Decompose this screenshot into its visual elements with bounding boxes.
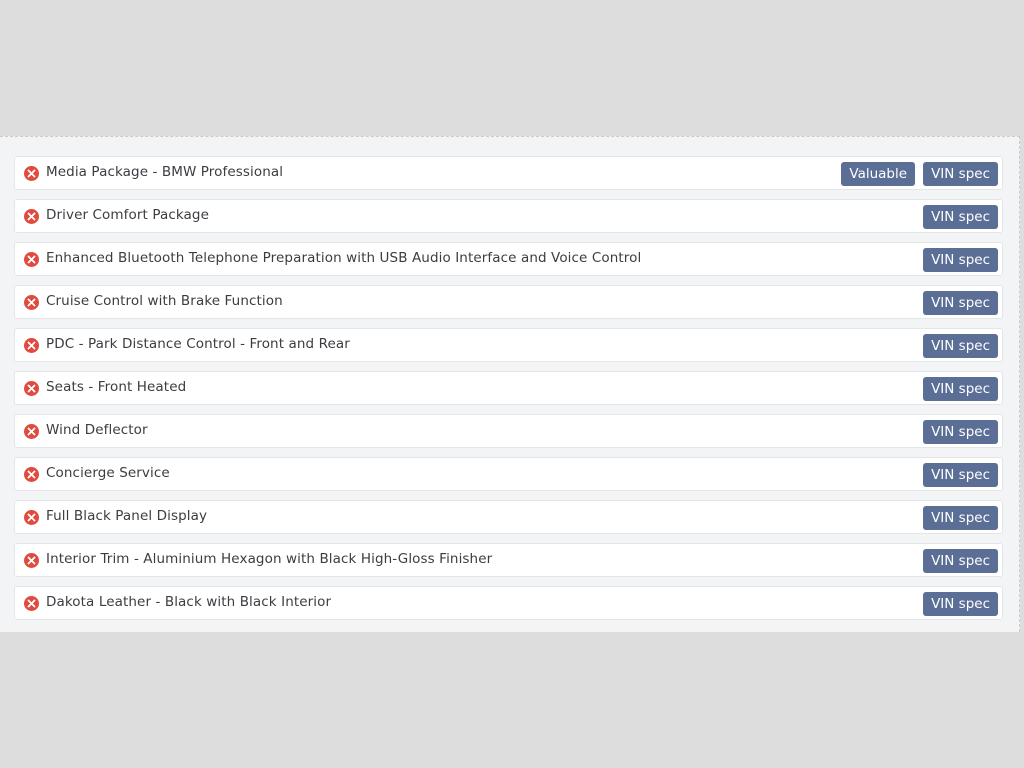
option-label: Cruise Control with Brake Function <box>46 293 283 309</box>
vin-spec-badge: VIN spec <box>923 506 998 530</box>
option-badges: VIN spec <box>923 463 998 487</box>
vin-spec-badge: VIN spec <box>923 377 998 401</box>
vin-spec-badge: VIN spec <box>923 420 998 444</box>
option-badges: VIN spec <box>923 377 998 401</box>
option-badges: VIN spec <box>923 549 998 573</box>
vin-spec-badge: VIN spec <box>923 549 998 573</box>
x-circle-icon <box>24 166 39 181</box>
option-row: Full Black Panel Display VIN spec <box>14 500 1003 534</box>
option-row: Wind Deflector VIN spec <box>14 414 1003 448</box>
vin-spec-badge: VIN spec <box>923 334 998 358</box>
vin-spec-badge: VIN spec <box>923 205 998 229</box>
x-circle-icon <box>24 252 39 267</box>
valuable-badge: Valuable <box>841 162 916 186</box>
option-badges: VIN spec <box>923 248 998 272</box>
option-row: PDC - Park Distance Control - Front and … <box>14 328 1003 362</box>
x-circle-icon <box>24 467 39 482</box>
option-label: Concierge Service <box>46 465 170 481</box>
option-badges: VIN spec <box>923 334 998 358</box>
option-row: Interior Trim - Aluminium Hexagon with B… <box>14 543 1003 577</box>
vin-spec-badge: VIN spec <box>923 463 998 487</box>
option-badges: VIN spec <box>923 291 998 315</box>
option-row: Dakota Leather - Black with Black Interi… <box>14 586 1003 620</box>
vin-spec-badge: VIN spec <box>923 248 998 272</box>
option-label: PDC - Park Distance Control - Front and … <box>46 336 350 352</box>
vin-spec-badge: VIN spec <box>923 291 998 315</box>
option-badges: VIN spec <box>923 506 998 530</box>
options-list: Media Package - BMW Professional Valuable… <box>14 156 1003 629</box>
x-circle-icon <box>24 424 39 439</box>
vin-spec-badge: VIN spec <box>923 592 998 616</box>
option-label: Enhanced Bluetooth Telephone Preparation… <box>46 250 642 266</box>
x-circle-icon <box>24 295 39 310</box>
x-circle-icon <box>24 381 39 396</box>
option-row: Concierge Service VIN spec <box>14 457 1003 491</box>
option-row: Driver Comfort Package VIN spec <box>14 199 1003 233</box>
x-circle-icon <box>24 596 39 611</box>
option-label: Media Package - BMW Professional <box>46 164 284 180</box>
x-circle-icon <box>24 338 39 353</box>
option-label: Seats - Front Heated <box>46 379 187 395</box>
option-row: Seats - Front Heated VIN spec <box>14 371 1003 405</box>
option-label: Wind Deflector <box>46 422 148 438</box>
option-badges: VIN spec <box>923 420 998 444</box>
option-badges: Valuable VIN spec <box>841 162 998 186</box>
option-row: Cruise Control with Brake Function VIN sp… <box>14 285 1003 319</box>
x-circle-icon <box>24 510 39 525</box>
option-label: Full Black Panel Display <box>46 508 208 524</box>
x-circle-icon <box>24 209 39 224</box>
option-label: Interior Trim - Aluminium Hexagon with B… <box>46 551 493 567</box>
option-label: Driver Comfort Package <box>46 207 209 223</box>
option-badges: VIN spec <box>923 592 998 616</box>
option-row: Media Package - BMW Professional Valuable… <box>14 156 1003 190</box>
option-badges: VIN spec <box>923 205 998 229</box>
vin-spec-badge: VIN spec <box>923 162 998 186</box>
option-label: Dakota Leather - Black with Black Interi… <box>46 594 332 610</box>
options-panel: Media Package - BMW Professional Valuable… <box>0 136 1020 632</box>
x-circle-icon <box>24 553 39 568</box>
option-row: Enhanced Bluetooth Telephone Preparation… <box>14 242 1003 276</box>
